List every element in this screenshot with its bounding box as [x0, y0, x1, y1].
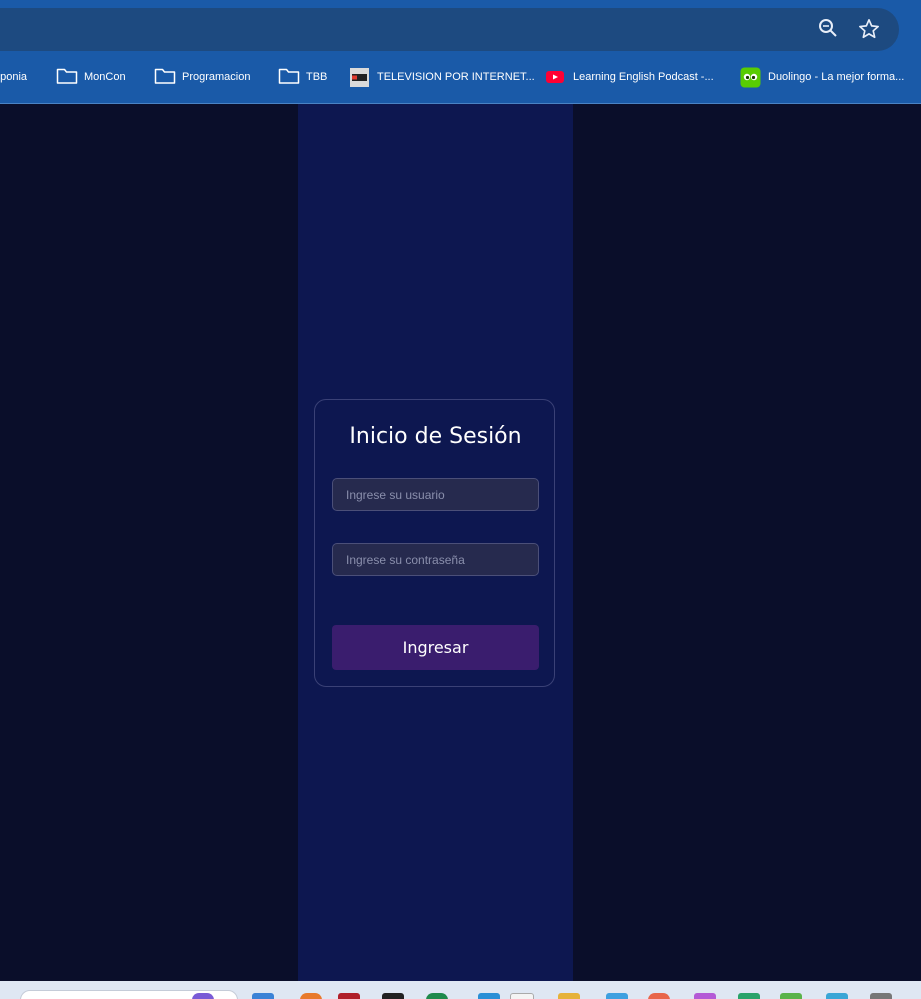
bookmark-label: Programacion	[182, 71, 251, 83]
app-lightblue-icon[interactable]	[606, 993, 628, 999]
bookmark-pponia[interactable]: pponia	[0, 64, 27, 90]
app-teal-icon[interactable]	[738, 993, 760, 999]
app-green-icon[interactable]	[426, 993, 448, 999]
bookmark-label: pponia	[0, 71, 28, 83]
app-coral-icon[interactable]	[648, 993, 670, 999]
tvplus-icon	[350, 67, 369, 87]
zoom-icon[interactable]	[817, 18, 839, 40]
login-button[interactable]: Ingresar	[332, 625, 539, 670]
youtube-icon	[545, 67, 565, 87]
bookmark-label: TELEVISION POR INTERNET...	[377, 71, 535, 83]
bookmark-television[interactable]: TELEVISION POR INTERNET...	[350, 64, 535, 90]
bookmark-label: Duolingo - La mejor forma...	[768, 71, 905, 83]
widgets-icon[interactable]	[252, 993, 274, 999]
app-gray-icon[interactable]	[870, 993, 892, 999]
bookmark-label: Learning English Podcast -...	[573, 71, 714, 83]
file-explorer-icon[interactable]	[558, 993, 580, 999]
login-title: Inicio de Sesión	[349, 424, 522, 449]
bookmark-label: TBB	[306, 71, 328, 83]
login-card: Inicio de Sesión Ingresar	[314, 399, 555, 687]
folder-icon	[154, 67, 176, 87]
app-cyan-icon[interactable]	[826, 993, 848, 999]
address-bar[interactable]	[0, 8, 899, 51]
star-icon[interactable]	[858, 18, 880, 40]
app-dark-icon[interactable]	[382, 993, 404, 999]
bookmark-moncon[interactable]: MonCon	[56, 64, 126, 90]
bookmark-label: MonCon	[84, 71, 126, 83]
username-input[interactable]	[332, 478, 539, 511]
bookmark-programacion[interactable]: Programacion	[154, 64, 250, 90]
folder-icon	[56, 67, 78, 87]
duolingo-icon	[740, 67, 761, 88]
browser-toolbar: pponia MonCon Programacion TBB TELEVISIO	[0, 0, 921, 104]
bookmarks-bar: pponia MonCon Programacion TBB TELEVISIO	[0, 64, 921, 90]
chrome-icon[interactable]	[510, 993, 534, 999]
bookmark-learning-english[interactable]: Learning English Podcast -...	[545, 64, 714, 90]
app-blue-icon[interactable]	[478, 993, 500, 999]
password-input[interactable]	[332, 543, 539, 576]
taskbar	[0, 981, 921, 999]
folder-icon	[278, 67, 300, 87]
bookmark-duolingo[interactable]: Duolingo - La mejor forma...	[740, 64, 904, 90]
app-purple-icon[interactable]	[694, 993, 716, 999]
app-orange-icon[interactable]	[300, 993, 322, 999]
bookmark-tbb[interactable]: TBB	[278, 64, 327, 90]
copilot-icon[interactable]	[192, 993, 214, 999]
app-red-icon[interactable]	[338, 993, 360, 999]
app-lime-icon[interactable]	[780, 993, 802, 999]
